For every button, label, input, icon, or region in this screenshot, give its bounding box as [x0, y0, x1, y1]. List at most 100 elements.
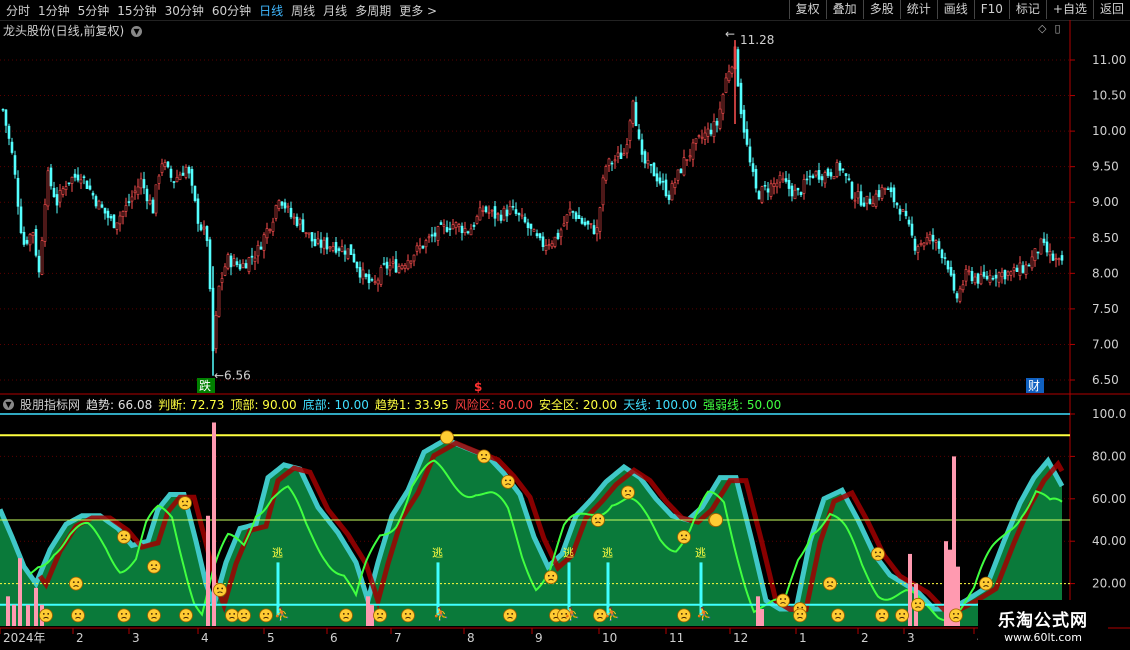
date-label: 4 [201, 631, 209, 645]
candle-body [469, 228, 473, 236]
candle-body [1036, 251, 1040, 254]
indicator-name[interactable]: 股朋指标网 [20, 396, 80, 413]
candle-body [643, 151, 647, 164]
candle-body [610, 162, 614, 165]
candle-body [928, 234, 932, 241]
candle-body [952, 273, 956, 291]
candle-body [898, 208, 902, 215]
face-eye [898, 613, 901, 615]
candle-body [232, 258, 236, 267]
price-axis-label: 8.00 [1092, 266, 1119, 280]
date-label: 2024年 [3, 631, 46, 645]
candle-body [208, 239, 212, 290]
candle-body [37, 255, 41, 273]
candle-body [775, 182, 779, 188]
chevron-down-icon[interactable]: ▼ [3, 399, 14, 410]
candle-body [517, 212, 521, 216]
sad-face-icon [871, 547, 885, 561]
candle-body [466, 231, 470, 234]
candle-body [757, 191, 761, 200]
candle-body [589, 223, 593, 225]
candle-body [304, 232, 308, 234]
candle-body [307, 232, 311, 235]
candle-body [640, 139, 644, 155]
face-eye [982, 581, 985, 583]
candle-body [376, 279, 380, 285]
candle-body [55, 194, 59, 206]
candle-body [475, 216, 479, 224]
indicator-value: 风险区: 80.00 [454, 398, 533, 412]
price-axis-label: 6.50 [1092, 373, 1119, 387]
runner-icon: ⛹ [696, 605, 712, 622]
signal-bar [206, 515, 210, 626]
candle-body [286, 205, 290, 208]
candle-body [760, 186, 764, 203]
candle-body [907, 219, 911, 225]
candle-body [889, 187, 893, 193]
candle-body [619, 152, 623, 160]
candle-body [961, 284, 965, 291]
candle-body [625, 144, 629, 154]
sad-face-icon [544, 570, 558, 585]
face-eye [480, 454, 483, 456]
candle-body [154, 184, 158, 214]
candle-body [955, 293, 959, 299]
face-eye [874, 551, 877, 554]
sad-face-icon [677, 608, 691, 623]
face-eye [903, 613, 906, 615]
candle-body [199, 224, 203, 231]
candle-body [754, 169, 758, 189]
candle-body [493, 206, 497, 219]
candle-body [184, 166, 188, 178]
candle-body [343, 250, 347, 255]
face-eye [547, 574, 550, 577]
candle-body [637, 129, 641, 139]
candle-body [253, 257, 257, 262]
price-axis-label: 8.50 [1092, 231, 1119, 245]
candle-body [667, 194, 671, 200]
face-eye [801, 606, 804, 609]
candle-body [7, 125, 11, 139]
candle-body [844, 173, 848, 177]
candle-body [718, 108, 722, 129]
candle-body [562, 223, 566, 227]
sad-face-icon [225, 608, 239, 623]
candle-body [808, 175, 812, 178]
ind-axis-label: 40.00 [1092, 534, 1126, 548]
candle-body [943, 257, 947, 259]
candle-body [613, 159, 617, 162]
candle-body [583, 221, 587, 226]
candle-body [1033, 248, 1037, 261]
candle-body [829, 172, 833, 177]
face-eye [150, 564, 153, 567]
candle-body [685, 159, 689, 161]
face-eye [834, 613, 837, 615]
candle-body [118, 215, 122, 225]
candle-body [166, 161, 170, 168]
runner-icon: ⛹ [604, 605, 620, 622]
face-eye [240, 613, 243, 615]
candle-body [178, 174, 182, 181]
face-eye [680, 613, 683, 615]
sad-face-icon [178, 496, 192, 510]
candle-body [481, 210, 485, 212]
candle-body [214, 315, 218, 350]
face-eye [914, 602, 917, 605]
candle-body [904, 210, 908, 217]
candle-body [460, 225, 464, 234]
candle-body [535, 233, 539, 237]
chart-canvas[interactable]: 11.00 10.50 10.00 9.50 9.00 8.50 8.00 7.50 7.00 6… [0, 0, 1130, 650]
candle-body [796, 187, 800, 191]
candle-body [1060, 255, 1064, 261]
candle-body [976, 273, 980, 284]
face-eye [629, 490, 632, 492]
candle-body [91, 192, 95, 196]
candle-body [406, 259, 410, 270]
candle-body [805, 178, 809, 181]
sad-face-icon [69, 576, 83, 591]
candle-body [496, 213, 500, 215]
candle-body [394, 259, 398, 273]
face-eye [506, 613, 509, 615]
indicator-header: ▼ 股朋指标网 趋势: 66.08 判断: 72.73 顶部: 90.00 底部: 1… [3, 396, 781, 413]
candle-body [1045, 241, 1049, 253]
